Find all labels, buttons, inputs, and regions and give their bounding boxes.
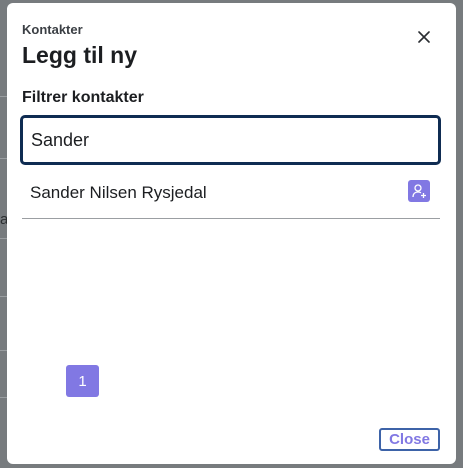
filter-label: Filtrer kontakter [22,89,144,106]
contact-result-row[interactable]: Sander Nilsen Rysjedal [22,175,440,219]
close-icon[interactable] [413,26,435,48]
contact-name: Sander Nilsen Rysjedal [30,183,207,202]
filter-contacts-input[interactable] [20,115,441,165]
modal-title: Legg til ny [22,42,137,68]
add-contact-modal: Kontakter Legg til ny Filtrer kontakter … [7,3,456,464]
add-user-icon[interactable] [408,180,430,202]
modal-eyebrow: Kontakter [22,22,83,37]
close-button[interactable]: Close [379,428,440,451]
pagination-page-button[interactable]: 1 [66,365,99,397]
